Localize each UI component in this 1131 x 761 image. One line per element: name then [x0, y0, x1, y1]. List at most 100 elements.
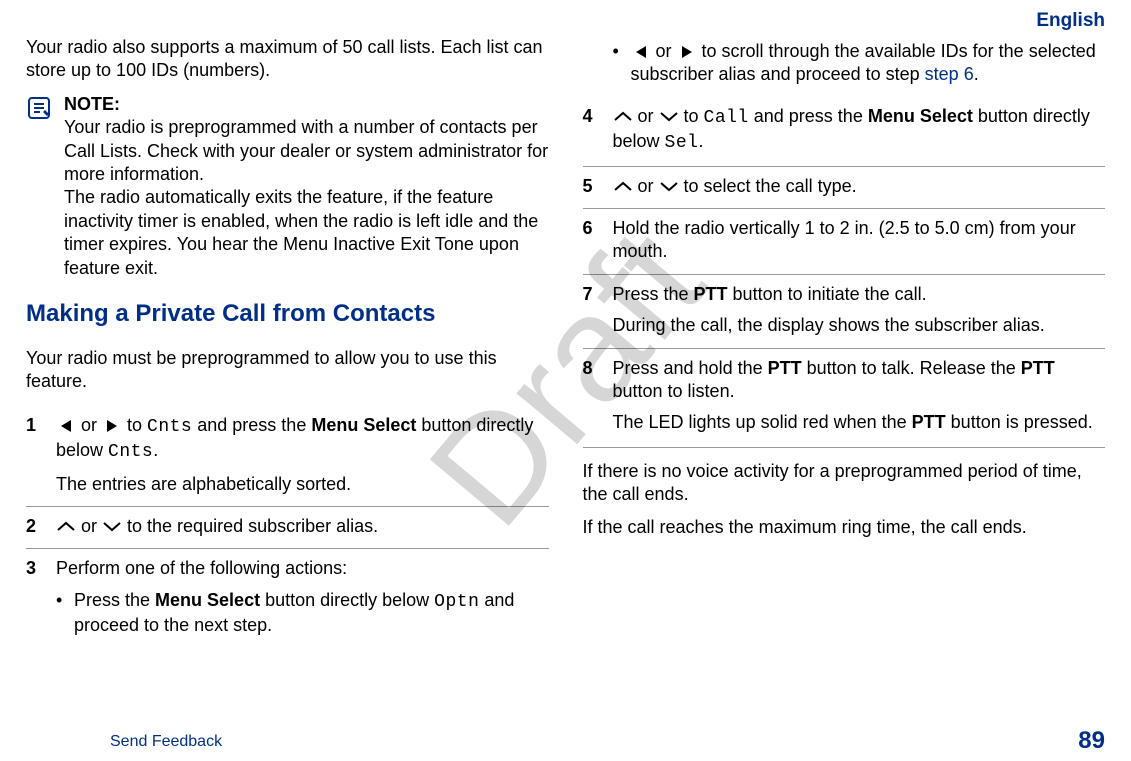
- send-feedback-link[interactable]: Send Feedback: [110, 733, 222, 750]
- step-number: 8: [583, 357, 601, 435]
- menu-code: Cnts: [147, 417, 192, 437]
- text: and press the: [749, 106, 868, 126]
- step-5: 5 or to select the call type.: [583, 166, 1106, 208]
- content-columns: Your radio also supports a maximum of 50…: [20, 36, 1111, 654]
- menu-select-label: Menu Select: [868, 106, 973, 126]
- step-number: 6: [583, 217, 601, 264]
- steps-list-left: 1 or to Cnts and press the Menu Select b…: [26, 406, 549, 654]
- menu-code: Cnts: [108, 442, 153, 462]
- text: .: [698, 131, 703, 151]
- text: or: [76, 415, 102, 435]
- section-intro: Your radio must be preprogrammed to allo…: [26, 347, 549, 394]
- menu-select-label: Menu Select: [155, 590, 260, 610]
- sub-bullets-cont: • or to scroll through the available IDs…: [613, 40, 1106, 87]
- nav-up-icon: [613, 180, 633, 194]
- step-3: 3 Perform one of the following actions: …: [26, 548, 549, 653]
- sub-bullet: • Press the Menu Select button directly …: [56, 589, 549, 638]
- steps-list-right: 4 or to Call and press the Menu Select b…: [583, 97, 1106, 448]
- sub-bullets: • Press the Menu Select button directly …: [56, 589, 549, 638]
- step-body: or to select the call type.: [613, 175, 1106, 198]
- step-2: 2 or to the required subscriber alias.: [26, 506, 549, 548]
- text: button to talk. Release the: [802, 358, 1021, 378]
- step-body: Perform one of the following actions: • …: [56, 557, 549, 643]
- ptt-label: PTT: [912, 412, 946, 432]
- text: button is pressed.: [946, 412, 1093, 432]
- page-number: 89: [1078, 727, 1105, 755]
- text: Press the: [613, 284, 694, 304]
- step-6: 6 Hold the radio vertically 1 to 2 in. (…: [583, 208, 1106, 274]
- text: Press and hold the: [613, 358, 768, 378]
- step-number: 3: [26, 557, 44, 643]
- nav-down-icon: [102, 520, 122, 534]
- text: to scroll through the available IDs for …: [631, 41, 1096, 84]
- nav-down-icon: [659, 110, 679, 124]
- nav-right-icon: [677, 45, 697, 59]
- closing-paragraph-2: If the call reaches the maximum ring tim…: [583, 516, 1106, 539]
- bullet-icon: •: [56, 589, 64, 638]
- note-icon: [26, 93, 54, 280]
- section-heading: Making a Private Call from Contacts: [26, 298, 549, 329]
- text: to: [679, 106, 704, 126]
- text: Press the: [74, 590, 155, 610]
- text: .: [153, 440, 158, 460]
- menu-code: Sel: [665, 133, 699, 153]
- bullet-text: or to scroll through the available IDs f…: [631, 40, 1106, 87]
- step-number: 5: [583, 175, 601, 198]
- text: and press the: [192, 415, 311, 435]
- note-label: NOTE:: [64, 93, 549, 116]
- text: or: [651, 41, 677, 61]
- text: or: [633, 106, 659, 126]
- step-body: Press and hold the PTT button to talk. R…: [613, 357, 1106, 435]
- text: to: [122, 415, 147, 435]
- menu-select-label: Menu Select: [311, 415, 416, 435]
- bullet-icon: •: [613, 40, 621, 87]
- step-8: 8 Press and hold the PTT button to talk.…: [583, 348, 1106, 448]
- step-body: or to Call and press the Menu Select but…: [613, 105, 1106, 156]
- footer-left: Send Feedback: [110, 733, 222, 751]
- step-number: 4: [583, 105, 601, 156]
- step-body: or to Cnts and press the Menu Select but…: [56, 414, 549, 496]
- text: or: [633, 176, 659, 196]
- nav-left-icon: [631, 45, 651, 59]
- note-text-2: The radio automatically exits the featur…: [64, 186, 549, 280]
- step-1: 1 or to Cnts and press the Menu Select b…: [26, 406, 549, 506]
- note-body: NOTE: Your radio is preprogrammed with a…: [64, 93, 549, 280]
- closing-paragraph-1: If there is no voice activity for a prep…: [583, 460, 1106, 507]
- text: or: [76, 516, 102, 536]
- nav-down-icon: [659, 180, 679, 194]
- step-result: During the call, the display shows the s…: [613, 314, 1106, 337]
- step-result: The entries are alphabetically sorted.: [56, 473, 549, 496]
- ptt-label: PTT: [1021, 358, 1055, 378]
- note-block: NOTE: Your radio is preprogrammed with a…: [26, 93, 549, 280]
- step-7: 7 Press the PTT button to initiate the c…: [583, 274, 1106, 348]
- intro-paragraph: Your radio also supports a maximum of 50…: [26, 36, 549, 83]
- right-column: • or to scroll through the available IDs…: [583, 36, 1106, 654]
- ptt-label: PTT: [694, 284, 728, 304]
- menu-code: Call: [704, 108, 749, 128]
- step-body: Press the PTT button to initiate the cal…: [613, 283, 1106, 338]
- text: to select the call type.: [679, 176, 857, 196]
- step-number: 7: [583, 283, 601, 338]
- left-column: Your radio also supports a maximum of 50…: [26, 36, 549, 654]
- text: button to listen.: [613, 381, 735, 401]
- text: button to initiate the call.: [728, 284, 927, 304]
- bullet-text: Press the Menu Select button directly be…: [74, 589, 549, 638]
- text: The LED lights up solid red when the: [613, 412, 912, 432]
- language-label: English: [20, 10, 1111, 36]
- step-lead: Perform one of the following actions:: [56, 557, 549, 580]
- note-text-1: Your radio is preprogrammed with a numbe…: [64, 116, 549, 186]
- step-number: 1: [26, 414, 44, 496]
- page-container: English Draft Your radio also supports a…: [0, 0, 1131, 761]
- text: .: [974, 64, 979, 84]
- menu-code: Optn: [434, 592, 479, 612]
- ptt-label: PTT: [768, 358, 802, 378]
- step-number: 2: [26, 515, 44, 538]
- nav-right-icon: [102, 419, 122, 433]
- nav-up-icon: [56, 520, 76, 534]
- text: button directly below: [260, 590, 434, 610]
- step-body: or to the required subscriber alias.: [56, 515, 549, 538]
- nav-left-icon: [56, 419, 76, 433]
- step-body: Hold the radio vertically 1 to 2 in. (2.…: [613, 217, 1106, 264]
- step-text: Hold the radio vertically 1 to 2 in. (2.…: [613, 217, 1106, 264]
- step-crossref-link[interactable]: step 6: [925, 64, 974, 84]
